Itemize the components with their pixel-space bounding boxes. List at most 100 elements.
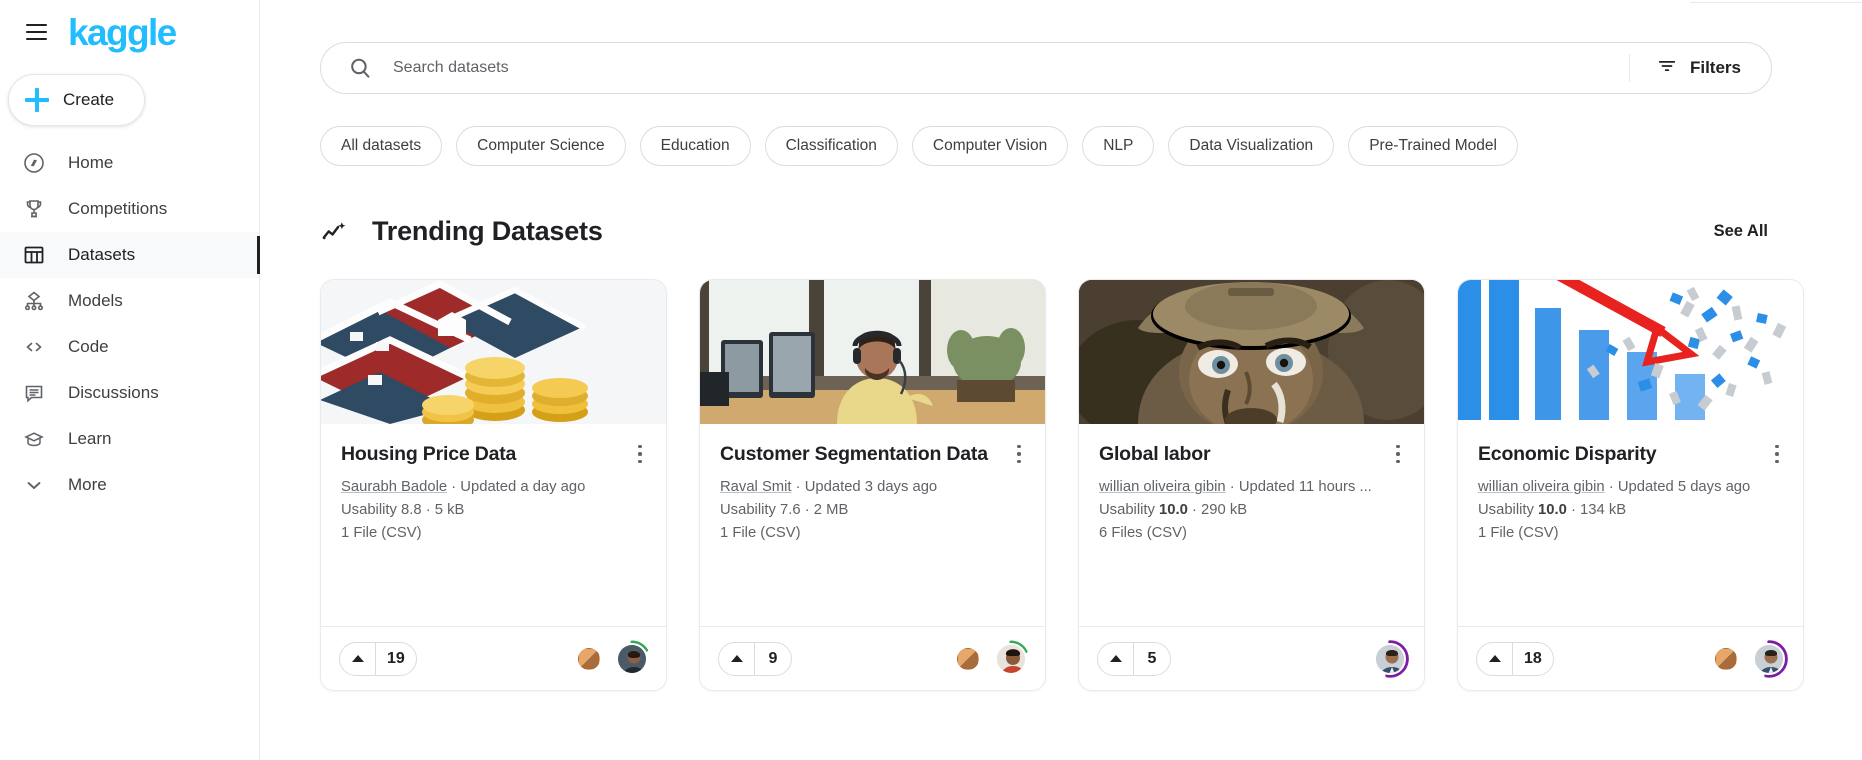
dataset-size: 2 MB bbox=[813, 502, 849, 519]
chip-computer-vision[interactable]: Computer Vision bbox=[911, 126, 1069, 166]
sidebar-item-discussions[interactable]: Discussions bbox=[0, 370, 259, 416]
sidebar-item-learn[interactable]: Learn bbox=[0, 416, 259, 462]
dataset-card-list: Housing Price Data Saurabh Badole · Upda… bbox=[320, 279, 1814, 691]
dataset-usability-line: Usability 7.6 · 2 MB bbox=[720, 499, 1025, 522]
upvote-arrow-icon[interactable] bbox=[1477, 642, 1513, 675]
avatar[interactable] bbox=[992, 640, 1030, 677]
usability-value: 7.6 bbox=[780, 502, 801, 519]
dataset-author-line: willian oliveira gibin · Updated 11 hour… bbox=[1099, 476, 1389, 499]
card-overflow-menu-icon[interactable] bbox=[1007, 440, 1031, 468]
usability-label: Usability bbox=[1099, 502, 1155, 519]
compass-icon bbox=[22, 151, 46, 175]
upvote-arrow-icon[interactable] bbox=[340, 642, 376, 675]
kaggle-logo[interactable]: kaggle bbox=[68, 14, 177, 51]
dataset-usability-line: Usability 10.0 · 134 kB bbox=[1478, 499, 1783, 522]
footer-right-group bbox=[1371, 639, 1409, 678]
dataset-author[interactable]: Raval Smit bbox=[720, 479, 792, 495]
dataset-updated: Updated a day ago bbox=[460, 479, 586, 496]
meta-separator: · bbox=[1604, 479, 1618, 496]
dataset-meta: Raval Smit · Updated 3 days ago Usabilit… bbox=[720, 476, 1025, 545]
meta-separator: · bbox=[800, 502, 814, 519]
sidebar-item-home[interactable]: Home bbox=[0, 140, 259, 186]
search-bar[interactable]: Filters bbox=[320, 42, 1772, 94]
footer-right-group bbox=[1715, 639, 1788, 678]
dataset-author[interactable]: willian oliveira gibin bbox=[1478, 479, 1605, 495]
see-all-link[interactable]: See All bbox=[1714, 222, 1772, 241]
dataset-files: 1 File (CSV) bbox=[1478, 525, 1559, 542]
avatar-image bbox=[995, 642, 1027, 675]
chip-pre-trained-model[interactable]: Pre-Trained Model bbox=[1348, 126, 1518, 166]
sidebar-item-label: Models bbox=[68, 291, 123, 310]
usability-label: Usability bbox=[720, 502, 776, 519]
dataset-card[interactable]: Global labor willian oliveira gibin · Up… bbox=[1078, 279, 1425, 691]
search-row: Filters bbox=[320, 0, 1814, 94]
usability-label: Usability bbox=[341, 502, 397, 519]
upvote-control[interactable]: 19 bbox=[339, 641, 417, 676]
meta-separator: · bbox=[447, 479, 461, 496]
dataset-author[interactable]: Saurabh Badole bbox=[341, 479, 447, 495]
dataset-files: 6 Files (CSV) bbox=[1099, 525, 1187, 542]
dataset-thumbnail-man-with-headset-at-desk bbox=[700, 280, 1045, 424]
bronze-medal-icon bbox=[1715, 647, 1737, 670]
footer-right-group bbox=[578, 640, 651, 677]
chip-computer-science[interactable]: Computer Science bbox=[456, 126, 626, 166]
card-overflow-menu-icon[interactable] bbox=[1765, 440, 1789, 468]
avatar[interactable] bbox=[613, 640, 651, 677]
dataset-thumbnail-house-model-with-gold-coins bbox=[321, 280, 666, 424]
upvote-arrow-icon[interactable] bbox=[719, 642, 755, 675]
graduation-cap-icon bbox=[22, 427, 46, 451]
dataset-size: 134 kB bbox=[1580, 502, 1627, 519]
dataset-author[interactable]: willian oliveira gibin bbox=[1099, 479, 1226, 495]
dataset-card-footer: 5 bbox=[1079, 626, 1424, 690]
dataset-card[interactable]: Economic Disparity willian oliveira gibi… bbox=[1457, 279, 1804, 691]
avatar[interactable] bbox=[1750, 639, 1788, 678]
card-overflow-menu-icon[interactable] bbox=[1386, 440, 1410, 468]
avatar-image bbox=[1374, 642, 1406, 675]
sidebar-item-competitions[interactable]: Competitions bbox=[0, 186, 259, 232]
upvote-count: 5 bbox=[1147, 649, 1157, 667]
sidebar-item-code[interactable]: Code bbox=[0, 324, 259, 370]
dataset-card-body: Housing Price Data Saurabh Badole · Upda… bbox=[321, 424, 666, 626]
upvote-control[interactable]: 9 bbox=[718, 641, 792, 676]
sidebar-item-label: Datasets bbox=[68, 245, 136, 264]
comment-icon bbox=[22, 381, 46, 405]
dataset-card-body: Economic Disparity willian oliveira gibi… bbox=[1458, 424, 1803, 626]
dataset-card-body: Customer Segmentation Data Raval Smit · … bbox=[700, 424, 1045, 626]
meta-separator: · bbox=[1187, 502, 1202, 519]
dataset-card-footer: 9 bbox=[700, 626, 1045, 690]
avatar[interactable] bbox=[1371, 639, 1409, 678]
dataset-card[interactable]: Customer Segmentation Data Raval Smit · … bbox=[699, 279, 1046, 691]
create-button[interactable]: Create bbox=[8, 74, 145, 126]
chip-nlp[interactable]: NLP bbox=[1082, 126, 1155, 166]
dataset-files: 1 File (CSV) bbox=[341, 525, 422, 542]
upvote-control[interactable]: 5 bbox=[1097, 641, 1171, 676]
dataset-title: Economic Disparity bbox=[1478, 443, 1657, 465]
dataset-size: 5 kB bbox=[434, 502, 465, 519]
hamburger-menu-icon[interactable] bbox=[14, 10, 58, 54]
dataset-title: Housing Price Data bbox=[341, 443, 517, 465]
dataset-usability-line: Usability 10.0 · 290 kB bbox=[1099, 499, 1404, 522]
upvote-arrow-icon[interactable] bbox=[1098, 642, 1134, 675]
sidebar-item-more[interactable]: More bbox=[0, 462, 259, 508]
chip-data-visualization[interactable]: Data Visualization bbox=[1168, 126, 1335, 166]
chip-education[interactable]: Education bbox=[639, 126, 751, 166]
filters-button[interactable]: Filters bbox=[1638, 46, 1763, 90]
search-input[interactable] bbox=[391, 58, 1621, 78]
dataset-files: 1 File (CSV) bbox=[720, 525, 801, 542]
dataset-updated: Updated 5 days ago bbox=[1617, 479, 1751, 496]
dataset-card-body: Global labor willian oliveira gibin · Up… bbox=[1079, 424, 1424, 626]
dataset-author-line: Saurabh Badole · Updated a day ago bbox=[341, 476, 631, 499]
upvote-control[interactable]: 18 bbox=[1476, 641, 1554, 676]
code-brackets-icon bbox=[22, 335, 46, 359]
chip-all-datasets[interactable]: All datasets bbox=[320, 126, 443, 166]
sidebar-header: kaggle bbox=[0, 4, 259, 60]
dataset-author-line: Raval Smit · Updated 3 days ago bbox=[720, 476, 1010, 499]
sidebar-item-label: Learn bbox=[68, 429, 112, 448]
chip-classification[interactable]: Classification bbox=[764, 126, 898, 166]
card-overflow-menu-icon[interactable] bbox=[628, 440, 652, 468]
sidebar-item-datasets[interactable]: Datasets bbox=[0, 232, 260, 278]
dataset-card[interactable]: Housing Price Data Saurabh Badole · Upda… bbox=[320, 279, 667, 691]
sidebar-item-label: Home bbox=[68, 153, 114, 172]
main-content: Filters All datasets Computer Science Ed… bbox=[260, 0, 1862, 760]
sidebar-item-models[interactable]: Models bbox=[0, 278, 259, 324]
